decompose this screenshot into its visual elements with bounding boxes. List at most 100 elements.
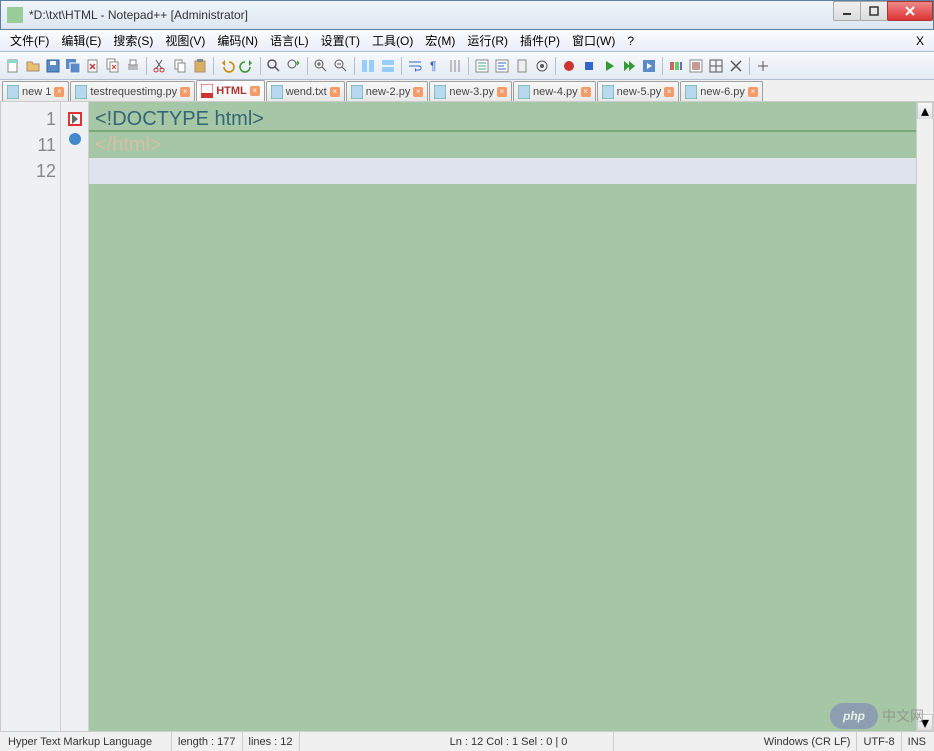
zoom-in-icon[interactable]	[312, 57, 330, 75]
editor-area: 1 11 12 <!DOCTYPE html> </html> ▴ ▾	[0, 102, 934, 731]
save-icon[interactable]	[44, 57, 62, 75]
tab-new-2[interactable]: new-2.py×	[346, 81, 429, 101]
undo-icon[interactable]	[218, 57, 236, 75]
replace-icon[interactable]	[285, 57, 303, 75]
title-bar: *D:\txt\HTML - Notepad++ [Administrator]	[0, 0, 934, 30]
menu-window[interactable]: 窗口(W)	[566, 30, 621, 51]
window-title: *D:\txt\HTML - Notepad++ [Administrator]	[29, 8, 248, 22]
tab-close-icon[interactable]: ×	[748, 87, 758, 97]
window-controls	[834, 1, 933, 21]
function-list-icon[interactable]	[473, 57, 491, 75]
extra-1-icon[interactable]	[667, 57, 685, 75]
tab-new-4[interactable]: new-4.py×	[513, 81, 596, 101]
tab-close-icon[interactable]: ×	[413, 87, 423, 97]
record-macro-icon[interactable]	[560, 57, 578, 75]
menu-settings[interactable]: 设置(T)	[315, 30, 366, 51]
tab-testrequestimg[interactable]: testrequestimg.py×	[70, 81, 195, 101]
menu-language[interactable]: 语言(L)	[264, 30, 315, 51]
open-file-icon[interactable]	[24, 57, 42, 75]
menu-encoding[interactable]: 编码(N)	[211, 30, 264, 51]
menu-edit[interactable]: 编辑(E)	[55, 30, 107, 51]
redo-icon[interactable]	[238, 57, 256, 75]
status-encoding[interactable]: UTF-8	[857, 732, 901, 751]
extra-4-icon[interactable]	[727, 57, 745, 75]
doc-map-icon[interactable]	[513, 57, 531, 75]
copy-icon[interactable]	[171, 57, 189, 75]
menu-run[interactable]: 运行(R)	[461, 30, 514, 51]
paste-icon[interactable]	[191, 57, 209, 75]
minimize-button[interactable]	[833, 1, 861, 21]
tab-close-icon[interactable]: ×	[250, 86, 260, 96]
line-number: 12	[1, 158, 56, 184]
monitor-icon[interactable]	[533, 57, 551, 75]
tab-label: new-3.py	[449, 86, 494, 98]
cut-icon[interactable]	[151, 57, 169, 75]
tab-new-3[interactable]: new-3.py×	[429, 81, 512, 101]
tab-label: new-2.py	[366, 86, 411, 98]
tab-label: new 1	[22, 86, 51, 98]
tab-new-5[interactable]: new-5.py×	[597, 81, 680, 101]
menu-macro[interactable]: 宏(M)	[419, 30, 461, 51]
status-insert-mode[interactable]: INS	[902, 732, 932, 751]
vertical-scrollbar[interactable]: ▴ ▾	[916, 102, 933, 731]
play-multi-icon[interactable]	[620, 57, 638, 75]
play-macro-icon[interactable]	[600, 57, 618, 75]
tab-close-icon[interactable]: ×	[54, 87, 64, 97]
tab-new-1[interactable]: new 1×	[2, 81, 69, 101]
tab-wend[interactable]: wend.txt×	[266, 81, 345, 101]
status-language: Hyper Text Markup Language	[2, 732, 172, 751]
menu-view[interactable]: 视图(V)	[159, 30, 211, 51]
tab-label: HTML	[216, 85, 247, 97]
tab-close-icon[interactable]: ×	[330, 87, 340, 97]
status-position: Ln : 12 Col : 1 Sel : 0 | 0	[444, 732, 614, 751]
tab-html[interactable]: HTML×	[196, 80, 265, 101]
indent-guide-icon[interactable]	[446, 57, 464, 75]
watermark-logo: php	[830, 703, 878, 729]
save-macro-icon[interactable]	[640, 57, 658, 75]
menu-close-x[interactable]: X	[910, 32, 930, 50]
tab-close-icon[interactable]: ×	[664, 87, 674, 97]
code-line: <!DOCTYPE html>	[89, 106, 916, 132]
watermark-text: 中文网	[882, 706, 924, 726]
close-file-icon[interactable]	[84, 57, 102, 75]
app-icon	[7, 7, 23, 23]
show-all-chars-icon[interactable]: ¶	[426, 57, 444, 75]
tab-new-6[interactable]: new-6.py×	[680, 81, 763, 101]
sync-v-icon[interactable]	[359, 57, 377, 75]
extra-3-icon[interactable]	[707, 57, 725, 75]
fold-bookmark-icon[interactable]	[69, 133, 81, 145]
tab-close-icon[interactable]: ×	[581, 87, 591, 97]
menu-help[interactable]: ?	[621, 32, 640, 50]
code-line: </html>	[89, 132, 916, 158]
maximize-button[interactable]	[860, 1, 888, 21]
fold-expand-icon[interactable]	[68, 112, 82, 126]
close-button[interactable]	[887, 1, 933, 21]
sync-h-icon[interactable]	[379, 57, 397, 75]
new-file-icon[interactable]	[4, 57, 22, 75]
status-lines: lines : 12	[243, 732, 300, 751]
status-eol[interactable]: Windows (CR LF)	[758, 732, 858, 751]
wordwrap-icon[interactable]	[406, 57, 424, 75]
tab-label: wend.txt	[286, 86, 327, 98]
menu-plugins[interactable]: 插件(P)	[514, 30, 566, 51]
save-all-icon[interactable]	[64, 57, 82, 75]
menu-search[interactable]: 搜索(S)	[107, 30, 159, 51]
tab-close-icon[interactable]: ×	[497, 87, 507, 97]
scroll-up-icon[interactable]: ▴	[917, 102, 933, 119]
tab-close-icon[interactable]: ×	[180, 87, 190, 97]
stop-macro-icon[interactable]	[580, 57, 598, 75]
menu-file[interactable]: 文件(F)	[4, 30, 55, 51]
tab-label: new-5.py	[617, 86, 662, 98]
fold-margin	[61, 102, 89, 731]
extra-5-icon[interactable]	[754, 57, 772, 75]
menu-tools[interactable]: 工具(O)	[366, 30, 419, 51]
line-number: 1	[1, 106, 56, 132]
find-icon[interactable]	[265, 57, 283, 75]
folder-tree-icon[interactable]	[493, 57, 511, 75]
code-editor[interactable]: <!DOCTYPE html> </html>	[89, 102, 916, 731]
extra-2-icon[interactable]	[687, 57, 705, 75]
zoom-out-icon[interactable]	[332, 57, 350, 75]
print-icon[interactable]	[124, 57, 142, 75]
close-all-icon[interactable]	[104, 57, 122, 75]
menu-bar: 文件(F) 编辑(E) 搜索(S) 视图(V) 编码(N) 语言(L) 设置(T…	[0, 30, 934, 52]
